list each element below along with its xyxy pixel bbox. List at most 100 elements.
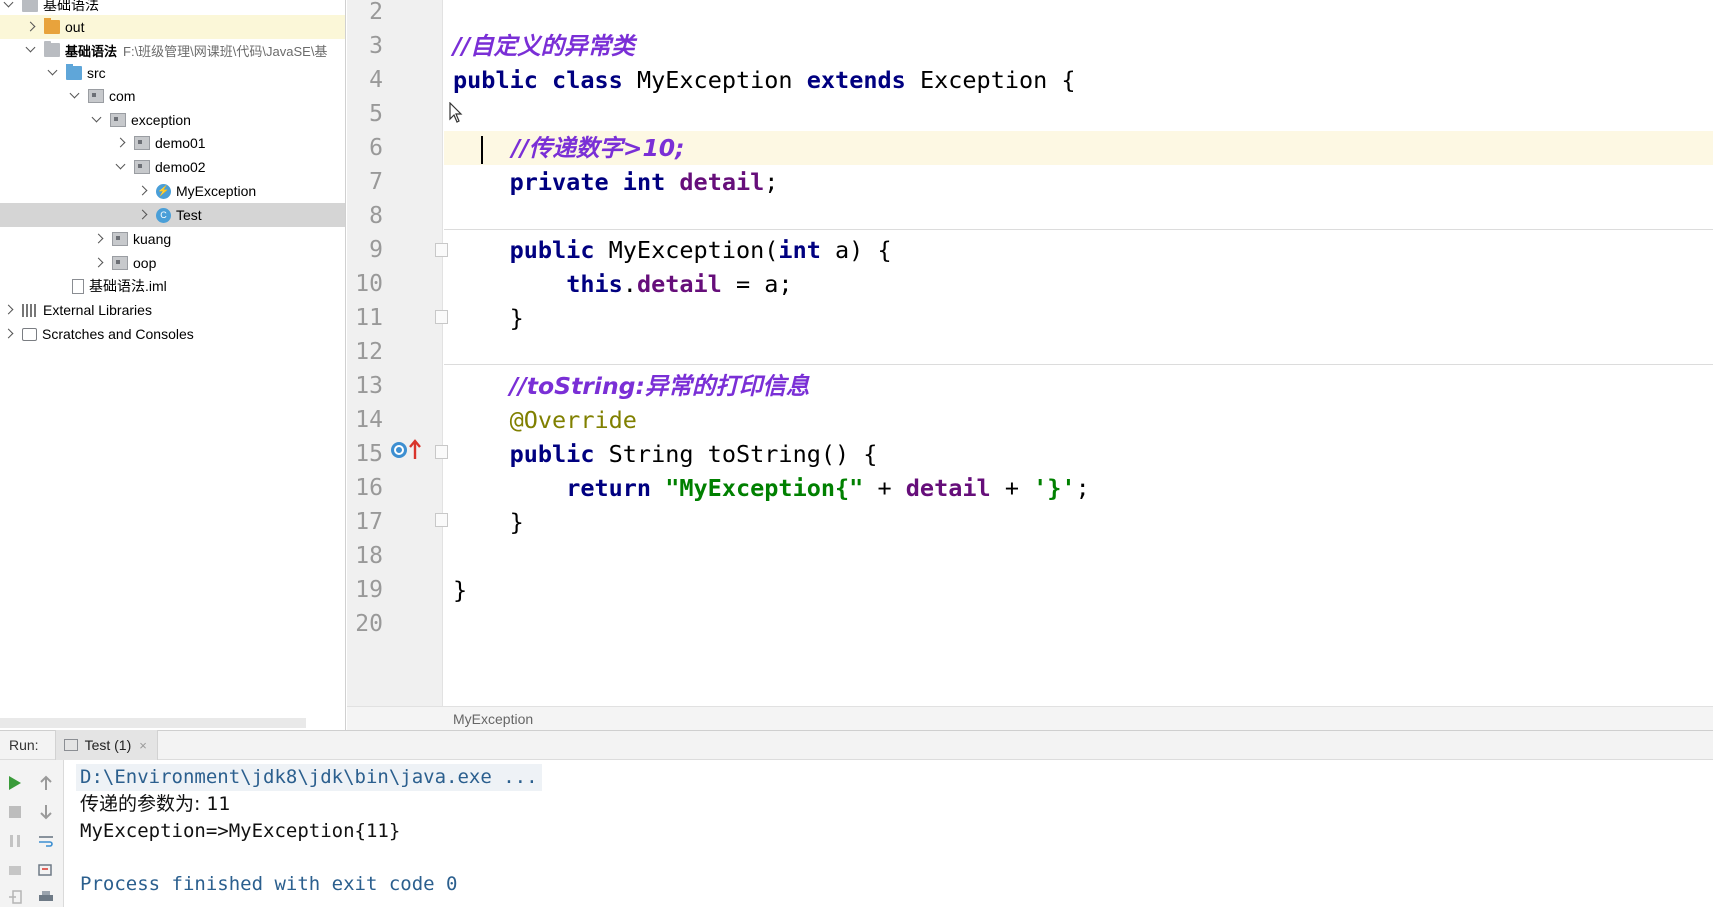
tree-item-demo01[interactable]: demo01 [0, 131, 345, 155]
tree-item-oop[interactable]: oop [0, 251, 345, 275]
module-icon [22, 0, 38, 12]
tree-item-src[interactable]: src [0, 61, 345, 85]
chevron-right-icon[interactable] [2, 303, 16, 317]
console-line: MyException=>MyException{11} [80, 820, 401, 842]
tree-item-external-libraries[interactable]: External Libraries [0, 298, 345, 322]
punct: ; [764, 168, 779, 196]
chevron-down-icon[interactable] [46, 66, 60, 80]
chevron-right-icon[interactable] [2, 327, 16, 341]
keyword: this [566, 270, 623, 298]
code-area[interactable]: //自定义的异常类 public class MyException exten… [444, 0, 1713, 706]
tree-item-kuang[interactable]: kuang [0, 227, 345, 251]
project-tool-window: 基础语法 out 基础语法 F:\班级管理\网课班\代码\JavaSE\基 sr… [0, 0, 346, 730]
folder-orange-icon [44, 18, 60, 34]
dump-threads-button[interactable] [5, 860, 25, 880]
line-number: 4 [369, 67, 383, 93]
chevron-down-icon[interactable] [2, 0, 16, 12]
package-icon [134, 136, 150, 150]
tree-item-label: exception [131, 112, 191, 128]
code-line-6[interactable]: //传递数字>10; [444, 131, 1713, 165]
stop-button[interactable] [5, 802, 25, 822]
code-line-9[interactable]: public MyException(int a) { [444, 233, 1713, 267]
tree-item-iml[interactable]: 基础语法.iml [0, 274, 345, 298]
code-line-15[interactable]: public String toString() { [444, 437, 1713, 471]
code-line-7[interactable]: private int detail; [444, 165, 1713, 199]
assignment: = a; [735, 270, 793, 298]
code-line-14[interactable]: @Override [444, 403, 1713, 437]
library-icon [22, 303, 38, 317]
run-tab-test[interactable]: Test (1) × [54, 730, 158, 760]
code-line-4[interactable]: public class MyException extends Excepti… [444, 63, 1713, 97]
keyword: extends [806, 66, 906, 94]
constructor-name: MyException( [608, 236, 779, 264]
params: a) { [835, 236, 892, 264]
soft-wrap-button[interactable] [36, 831, 56, 851]
line-number: 13 [355, 373, 383, 399]
exit-button[interactable] [5, 887, 25, 907]
chevron-right-icon[interactable] [114, 136, 128, 150]
code-line-3[interactable]: //自定义的异常类 [444, 29, 1713, 63]
override-method-icon[interactable] [389, 438, 423, 462]
comment: //传递数字>10; [511, 134, 685, 162]
tree-item-com[interactable]: com [0, 84, 345, 108]
tree-horizontal-scrollbar[interactable] [0, 718, 306, 728]
line-number: 16 [355, 475, 383, 501]
run-console[interactable]: D:\Environment\jdk8\jdk\bin\java.exe ...… [65, 760, 1713, 907]
scroll-up-button[interactable] [36, 773, 56, 793]
chevron-down-icon[interactable] [24, 43, 38, 57]
code-line-16[interactable]: return "MyException{" + detail + '}'; [444, 471, 1713, 505]
chevron-right-icon[interactable] [136, 208, 150, 222]
console-line-text: 传递的参数为: 11 [80, 793, 231, 815]
tree-item-exception[interactable]: exception [0, 108, 345, 132]
code-line-10[interactable]: this.detail = a; [444, 267, 1713, 301]
play-icon [9, 776, 21, 790]
tree-item-label: Test [176, 207, 202, 223]
mouse-pointer-icon [449, 102, 463, 123]
rerun-button[interactable] [5, 773, 25, 793]
tree-item-myexception[interactable]: ⚡ MyException [0, 179, 345, 203]
tree-item-test[interactable]: C Test [0, 203, 345, 227]
line-number: 10 [355, 271, 383, 297]
print-button[interactable] [36, 887, 56, 907]
code-line-19[interactable]: } [444, 573, 1713, 607]
line-number: 5 [369, 101, 383, 127]
chevron-right-icon[interactable] [24, 20, 38, 34]
comment: //toString:异常的打印信息 [509, 372, 810, 400]
chevron-right-icon[interactable] [92, 256, 106, 270]
scroll-down-button[interactable] [36, 802, 56, 822]
editor-breadcrumb[interactable]: MyException [347, 706, 1713, 730]
chevron-down-icon[interactable] [90, 113, 104, 127]
run-tab-label: Test (1) [84, 737, 132, 753]
run-toolbar [0, 760, 64, 907]
scratch-icon [22, 327, 37, 341]
tree-item-module[interactable]: 基础语法 F:\班级管理\网课班\代码\JavaSE\基 [0, 38, 345, 62]
line-number: 12 [355, 339, 383, 365]
chevron-right-icon[interactable] [92, 232, 106, 246]
print-icon [39, 891, 53, 901]
code-line-11[interactable]: } [444, 301, 1713, 335]
code-editor[interactable]: 2 3 4 5 6 7 8 9 10 11 12 13 14 15 16 17 … [347, 0, 1713, 706]
line-number: 15 [355, 441, 383, 467]
field: detail [636, 270, 722, 298]
line-number: 20 [355, 611, 383, 637]
line-number: 17 [355, 509, 383, 535]
code-line-17[interactable]: } [444, 505, 1713, 539]
code-line-13[interactable]: //toString:异常的打印信息 [444, 369, 1713, 403]
chevron-right-icon[interactable] [136, 184, 150, 198]
tree-item-label: External Libraries [43, 302, 152, 318]
close-icon[interactable]: × [139, 738, 147, 753]
tree-item-scratches[interactable]: Scratches and Consoles [0, 322, 345, 346]
tree-item-demo02[interactable]: demo02 [0, 155, 345, 179]
chevron-down-icon[interactable] [114, 160, 128, 174]
pause-button[interactable] [5, 831, 25, 851]
line-number: 11 [355, 305, 383, 331]
chevron-down-icon[interactable] [68, 89, 82, 103]
tree-item-out[interactable]: out [0, 15, 345, 39]
comment: //自定义的异常类 [453, 32, 635, 60]
iml-file-icon [72, 278, 84, 294]
editor-gutter[interactable]: 2 3 4 5 6 7 8 9 10 11 12 13 14 15 16 17 … [347, 0, 448, 706]
run-panel-header: Run: Test (1) × [0, 730, 1713, 760]
keyword: int [778, 236, 821, 264]
tree-item-label: com [109, 88, 136, 104]
scroll-to-end-button[interactable] [36, 860, 56, 880]
